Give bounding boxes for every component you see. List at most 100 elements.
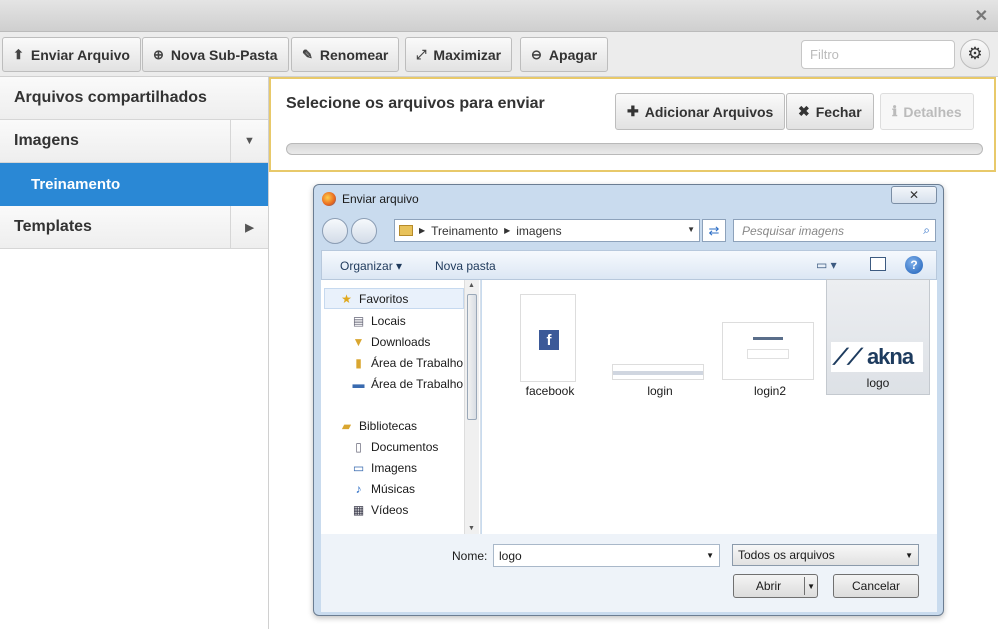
scroll-up-icon[interactable]: ▲ [468,282,475,289]
organize-menu[interactable]: Organizar ▾ [340,259,402,273]
sidebar-item-templates[interactable]: Templates ▶ [0,206,268,249]
sidebar-item-shared[interactable]: Arquivos compartilhados [0,77,268,120]
delete-button[interactable]: ⊖ Apagar [520,37,609,72]
file-item-login[interactable]: login [608,288,712,402]
maximize-icon: ⤢ [416,46,427,62]
file-name-label: Nome: [452,549,488,563]
music-icon: ♪ [355,481,362,496]
sidebar-item-label: Templates [14,218,92,235]
nav-item-documents[interactable]: ▯ Documentos [351,436,438,457]
nav-item-desktop[interactable]: ▮ Área de Trabalho [351,352,463,373]
nav-item-pictures[interactable]: ▭ Imagens [351,457,417,478]
file-thumbnail [722,322,814,380]
upload-title: Selecione os arquivos para enviar [286,95,545,112]
new-subfolder-label: Nova Sub-Pasta [170,46,278,63]
close-upload-label: Fechar [815,103,862,120]
nav-item-label: Área de Trabalho [371,376,464,391]
details-button[interactable]: ℹ Detalhes [880,93,974,130]
address-bar[interactable]: ▶ Treinamento ▶ imagens ▼ [394,219,700,242]
close-upload-button[interactable]: ✖ Fechar [786,93,874,130]
thumbnail-image [747,349,789,359]
nav-item-label: Bibliotecas [359,418,418,433]
desktop-folder-icon: ▮ [355,355,362,370]
nav-item-label: Favoritos [359,291,409,306]
scroll-thumb[interactable] [467,294,477,420]
rename-button[interactable]: ✎ Renomear [291,37,400,72]
file-name: logo [866,376,890,390]
open-label: Abrir [755,579,782,593]
add-files-button[interactable]: ✚ Adicionar Arquivos [615,93,786,130]
chevron-down-icon[interactable]: ▼ [230,120,268,162]
recent-places-icon: ▤ [352,313,365,328]
info-icon: ℹ [892,103,898,119]
nav-item-libraries[interactable]: ▰ Bibliotecas [339,415,417,436]
preview-pane-icon[interactable] [870,257,886,271]
close-icon: ✖ [798,103,810,119]
dialog-search-input[interactable]: Pesquisar imagens ⌕ [733,219,936,242]
file-item-login2[interactable]: login2 [718,288,822,402]
file-open-dialog: Enviar arquivo ✕ ▶ Treinamento ▶ imagens… [313,184,944,616]
maximize-button[interactable]: ⤢ Maximizar [405,37,513,72]
refresh-button[interactable]: ⇄ [702,219,726,242]
file-type-select[interactable]: Todos os arquivos ▼ [732,544,919,566]
file-thumbnail [612,364,704,380]
open-button[interactable]: Abrir ▼ [733,574,818,598]
file-thumbnail: ⟋⟋ akna [831,342,923,372]
gear-icon: ⚙ [967,44,983,63]
file-item-facebook[interactable]: f facebook [498,288,602,402]
toolbar: ⬆ Enviar Arquivo ⊕ Nova Sub-Pasta ✎ Reno… [0,32,998,77]
new-subfolder-button[interactable]: ⊕ Nova Sub-Pasta [142,37,289,72]
nav-item-videos[interactable]: ▦ Vídeos [351,499,409,520]
firefox-icon [322,192,336,206]
cancel-button[interactable]: Cancelar [833,574,919,598]
upload-file-button[interactable]: ⬆ Enviar Arquivo [2,37,141,72]
help-icon[interactable]: ? [905,256,923,274]
sidebar-item-label: Arquivos compartilhados [14,89,207,106]
chevron-down-icon: ▼ [905,551,913,560]
dialog-close-button[interactable]: ✕ [891,186,937,204]
back-button[interactable] [322,218,348,244]
command-bar: Organizar ▾ Nova pasta ▭ ▾ ? [321,250,937,280]
thumbnail-image [613,371,703,375]
folder-icon [399,225,413,236]
breadcrumb-item[interactable]: imagens [516,224,561,238]
chevron-right-icon: ▶ [419,226,426,235]
scroll-down-icon[interactable]: ▼ [468,525,475,532]
view-options-icon[interactable]: ▭ ▾ [816,258,837,272]
nav-item-favorites[interactable]: ★ Favoritos [324,288,464,309]
window-title-bar: ✕ [0,0,998,32]
close-icon: ✕ [908,188,920,202]
nav-item-label: Músicas [371,481,416,496]
documents-icon: ▯ [355,439,362,454]
forward-button[interactable] [351,218,377,244]
star-icon: ★ [341,291,352,306]
close-icon[interactable]: ✕ [975,6,988,26]
nav-item-downloads[interactable]: ▼ Downloads [351,331,431,352]
nav-scrollbar[interactable]: ▲ ▼ [464,280,479,534]
sidebar-item-training[interactable]: Treinamento [0,163,268,206]
new-folder-icon: ⊕ [153,46,164,62]
akna-logo: ⟋⟋ akna [833,344,914,370]
file-name-input[interactable]: logo ▼ [493,544,720,567]
dialog-title: Enviar arquivo [342,192,419,206]
file-name: login [647,384,673,398]
new-folder-button[interactable]: Nova pasta [435,259,496,273]
chevron-down-icon[interactable]: ▼ [706,551,714,560]
desktop-icon: ▬ [352,376,365,391]
nav-item-music[interactable]: ♪ Músicas [351,478,416,499]
filter-input[interactable] [801,40,955,69]
chevron-down-icon[interactable]: ▼ [807,582,815,591]
sidebar-item-images[interactable]: Imagens ▼ [0,120,268,163]
nav-item-desktop-2[interactable]: ▬ Área de Trabalho [351,373,464,394]
rename-label: Renomear [319,46,389,63]
file-item-logo[interactable]: ⟋⟋ akna logo [826,279,930,395]
chevron-down-icon[interactable]: ▼ [687,225,695,234]
breadcrumb-item[interactable]: Treinamento [431,224,498,238]
chevron-right-icon[interactable]: ▶ [230,206,268,248]
upload-file-label: Enviar Arquivo [30,46,130,63]
settings-button[interactable]: ⚙ [960,39,990,69]
upload-panel: Selecione os arquivos para enviar ✚ Adic… [269,77,996,172]
file-list: f facebook login login2 ⟋⟋ akna logo [482,279,937,534]
nav-item-recent[interactable]: ▤ Locais [351,310,406,331]
delete-label: Apagar [548,46,598,63]
